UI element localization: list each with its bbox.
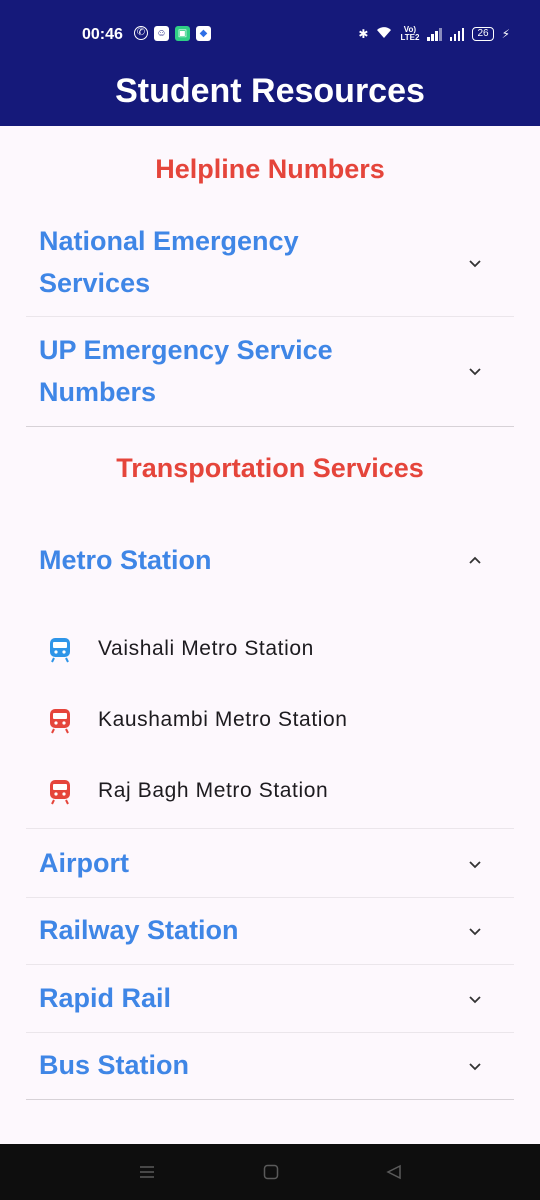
tile-title: UP Emergency Service Numbers	[39, 335, 333, 407]
section-heading-transport: Transportation Services	[116, 453, 424, 483]
list-item-metro[interactable]: Vaishali Metro Station	[26, 615, 514, 685]
wifi-icon	[376, 26, 392, 42]
volte-icon: Vo) LTE2	[400, 25, 420, 42]
metro-station-label: Kaushambi Metro Station	[98, 708, 348, 731]
status-right: ✱ Vo) LTE2 26 ⚡	[358, 26, 510, 42]
system-nav-bar	[0, 1144, 540, 1200]
tile-airport[interactable]: Airport	[26, 828, 514, 898]
tile-rapid-rail[interactable]: Rapid Rail	[26, 965, 514, 1033]
tile-railway-station[interactable]: Railway Station	[26, 897, 514, 965]
status-bar: 00:46 ✆ ☺ ▣ ◆ ✱ Vo) LTE2 26 ⚡	[0, 0, 540, 58]
tile-title: Metro Station	[39, 545, 212, 575]
back-icon[interactable]	[386, 1164, 402, 1180]
section-heading-helpline: Helpline Numbers	[155, 154, 385, 184]
train-icon	[50, 780, 70, 805]
tile-metro-station[interactable]: Metro Station	[26, 519, 514, 604]
battery-icon: 26	[472, 27, 494, 41]
bluetooth-icon: ✱	[358, 27, 369, 41]
metro-station-label: Raj Bagh Metro Station	[98, 779, 329, 802]
metro-station-label: Vaishali Metro Station	[98, 637, 314, 660]
app-notification-icon: ▣	[175, 26, 190, 41]
shield-icon: ◆	[196, 26, 211, 41]
chevron-down-icon	[469, 928, 481, 936]
chevron-down-icon	[469, 996, 481, 1004]
tile-title: Bus Station	[39, 1050, 190, 1080]
page-title: Student Resources	[115, 72, 425, 110]
signal-icon-2	[449, 27, 465, 41]
contacts-icon: ☺	[154, 26, 169, 41]
notification-icons: ✆ ☺ ▣ ◆	[134, 26, 211, 41]
list-item-metro[interactable]: Raj Bagh Metro Station	[26, 757, 514, 827]
tile-bus-station[interactable]: Bus Station	[26, 1033, 514, 1100]
charging-icon: ⚡	[501, 27, 510, 41]
tile-title: Railway Station	[39, 915, 239, 945]
list-item-metro[interactable]: Kaushambi Metro Station	[26, 686, 514, 756]
whatsapp-icon: ✆	[134, 26, 148, 40]
signal-icon-1	[427, 27, 442, 41]
train-icon	[50, 709, 70, 734]
tile-title: Rapid Rail	[39, 983, 172, 1013]
tile-national-emergency[interactable]: National Emergency Services	[26, 210, 514, 317]
status-time: 00:46	[82, 26, 123, 43]
home-icon[interactable]	[263, 1164, 279, 1180]
tile-title: Airport	[39, 848, 129, 878]
menu-icon[interactable]	[139, 1164, 155, 1180]
chevron-up-icon	[469, 556, 481, 564]
train-icon	[50, 638, 70, 663]
app-bar: Student Resources	[0, 58, 540, 126]
chevron-down-icon	[469, 1063, 481, 1071]
chevron-down-icon	[469, 861, 481, 869]
tile-up-emergency[interactable]: UP Emergency Service Numbers	[26, 317, 514, 427]
chevron-down-icon	[469, 260, 481, 268]
tile-title: National Emergency Services	[39, 226, 299, 298]
chevron-down-icon	[469, 368, 481, 376]
